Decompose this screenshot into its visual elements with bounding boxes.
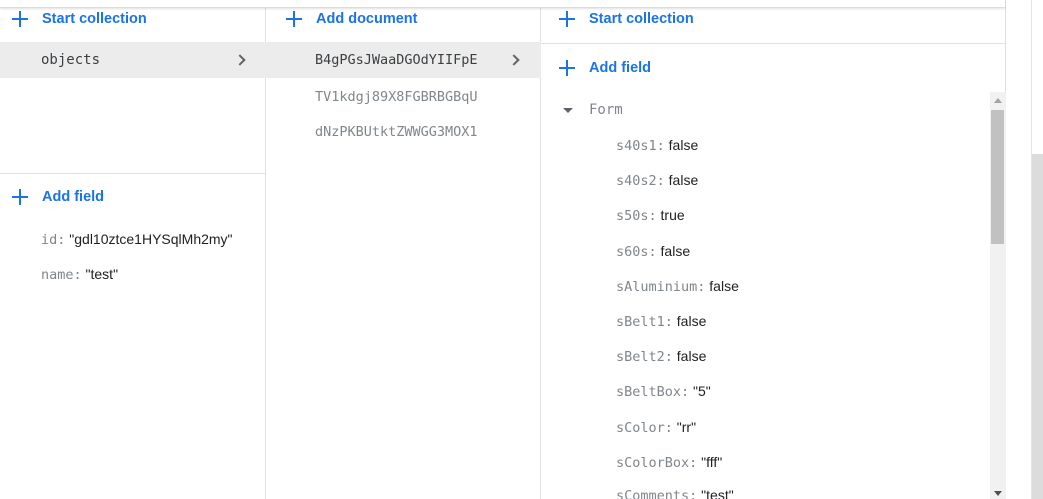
chevron-right-icon [508, 54, 520, 66]
field-row[interactable]: name: "test" [41, 266, 118, 283]
scroll-down-icon[interactable] [994, 491, 1002, 496]
add-field-button[interactable]: Add field [559, 60, 651, 76]
field-value: false [660, 243, 691, 259]
field-key: sColor: [616, 420, 673, 436]
field-row[interactable]: s40s1: false [616, 137, 698, 154]
plus-icon [286, 11, 302, 27]
document-id: B4gPGsJWaaDGOdYIIFpE [315, 52, 478, 68]
field-row[interactable]: s60s: false [616, 243, 690, 260]
document-panel: Start collection Add field Form s40s1: f… [541, 0, 1006, 499]
field-value: false [676, 348, 707, 364]
field-key: sBelt2: [616, 349, 673, 365]
scrollbar-thumb[interactable] [991, 110, 1004, 244]
plus-icon [559, 11, 575, 27]
field-value: false [676, 313, 707, 329]
field-key: name: [41, 267, 82, 283]
field-key: sColorBox: [616, 455, 698, 471]
field-row[interactable]: sBelt1: false [616, 313, 706, 330]
field-key: sComments: [616, 488, 698, 499]
field-key: s40s2: [616, 173, 665, 189]
add-field-button[interactable]: Add field [12, 189, 104, 205]
field-key: s60s: [616, 244, 657, 260]
field-row[interactable]: s50s: true [616, 207, 685, 224]
field-row[interactable]: sAluminium: false [616, 278, 739, 295]
documents-panel: Add document B4gPGsJWaaDGOdYIIFpE TV1kdg… [266, 0, 541, 499]
start-collection-button[interactable]: Start collection [559, 11, 694, 27]
field-key: s50s: [616, 208, 657, 224]
document-item[interactable]: TV1kdgj89X8FGBRBGBqU [315, 89, 478, 105]
map-field-key[interactable]: Form [589, 102, 623, 118]
add-document-button[interactable]: Add document [286, 11, 418, 27]
field-value: false [668, 172, 699, 188]
plus-icon [12, 11, 28, 27]
field-row[interactable]: sComments: "test" [616, 487, 734, 499]
field-value: "gdl10ztce1HYSqlMh2my" [69, 231, 233, 247]
start-collection-button[interactable]: Start collection [12, 11, 147, 27]
panel-divider [541, 43, 1006, 44]
field-value: false [668, 137, 699, 153]
top-bar-edge [0, 0, 1005, 8]
field-key: sAluminium: [616, 279, 706, 295]
panel-divider [0, 173, 266, 174]
chevron-right-icon [234, 54, 246, 66]
field-key: sBeltBox: [616, 384, 690, 400]
triangle-down-icon[interactable] [563, 108, 573, 113]
collections-panel: Start collection objects Add field id: "… [0, 0, 266, 499]
field-value: true [660, 207, 685, 223]
field-value: "fff" [701, 454, 723, 470]
field-row[interactable]: sColor: "rr" [616, 419, 696, 436]
collection-item-objects[interactable]: objects [0, 42, 266, 78]
field-key: s40s1: [616, 138, 665, 154]
field-row[interactable]: sBeltBox: "5" [616, 383, 711, 400]
field-row[interactable]: id: "gdl10ztce1HYSqlMh2my" [41, 231, 233, 248]
field-row[interactable]: s40s2: false [616, 172, 698, 189]
field-value: "5" [693, 383, 711, 399]
document-item-selected[interactable]: B4gPGsJWaaDGOdYIIFpE [266, 42, 541, 78]
field-key: sBelt1: [616, 314, 673, 330]
plus-icon [12, 189, 28, 205]
field-value: false [709, 278, 739, 294]
plus-icon [559, 60, 575, 76]
page-scrollbar[interactable] [1006, 0, 1043, 499]
field-value: "rr" [676, 419, 697, 435]
scrollbar-thumb[interactable] [1032, 154, 1043, 499]
fields-scrollbar[interactable] [990, 92, 1006, 499]
field-value: "test" [85, 266, 119, 282]
document-item[interactable]: dNzPKBUtktZWWGG3MOX1 [315, 124, 478, 140]
field-value: "test" [701, 487, 734, 499]
scroll-up-icon[interactable] [994, 98, 1002, 103]
field-row[interactable]: sBelt2: false [616, 348, 706, 365]
field-row[interactable]: sColorBox: "fff" [616, 454, 722, 471]
field-key: id: [41, 232, 66, 248]
collection-item-label: objects [41, 52, 101, 68]
